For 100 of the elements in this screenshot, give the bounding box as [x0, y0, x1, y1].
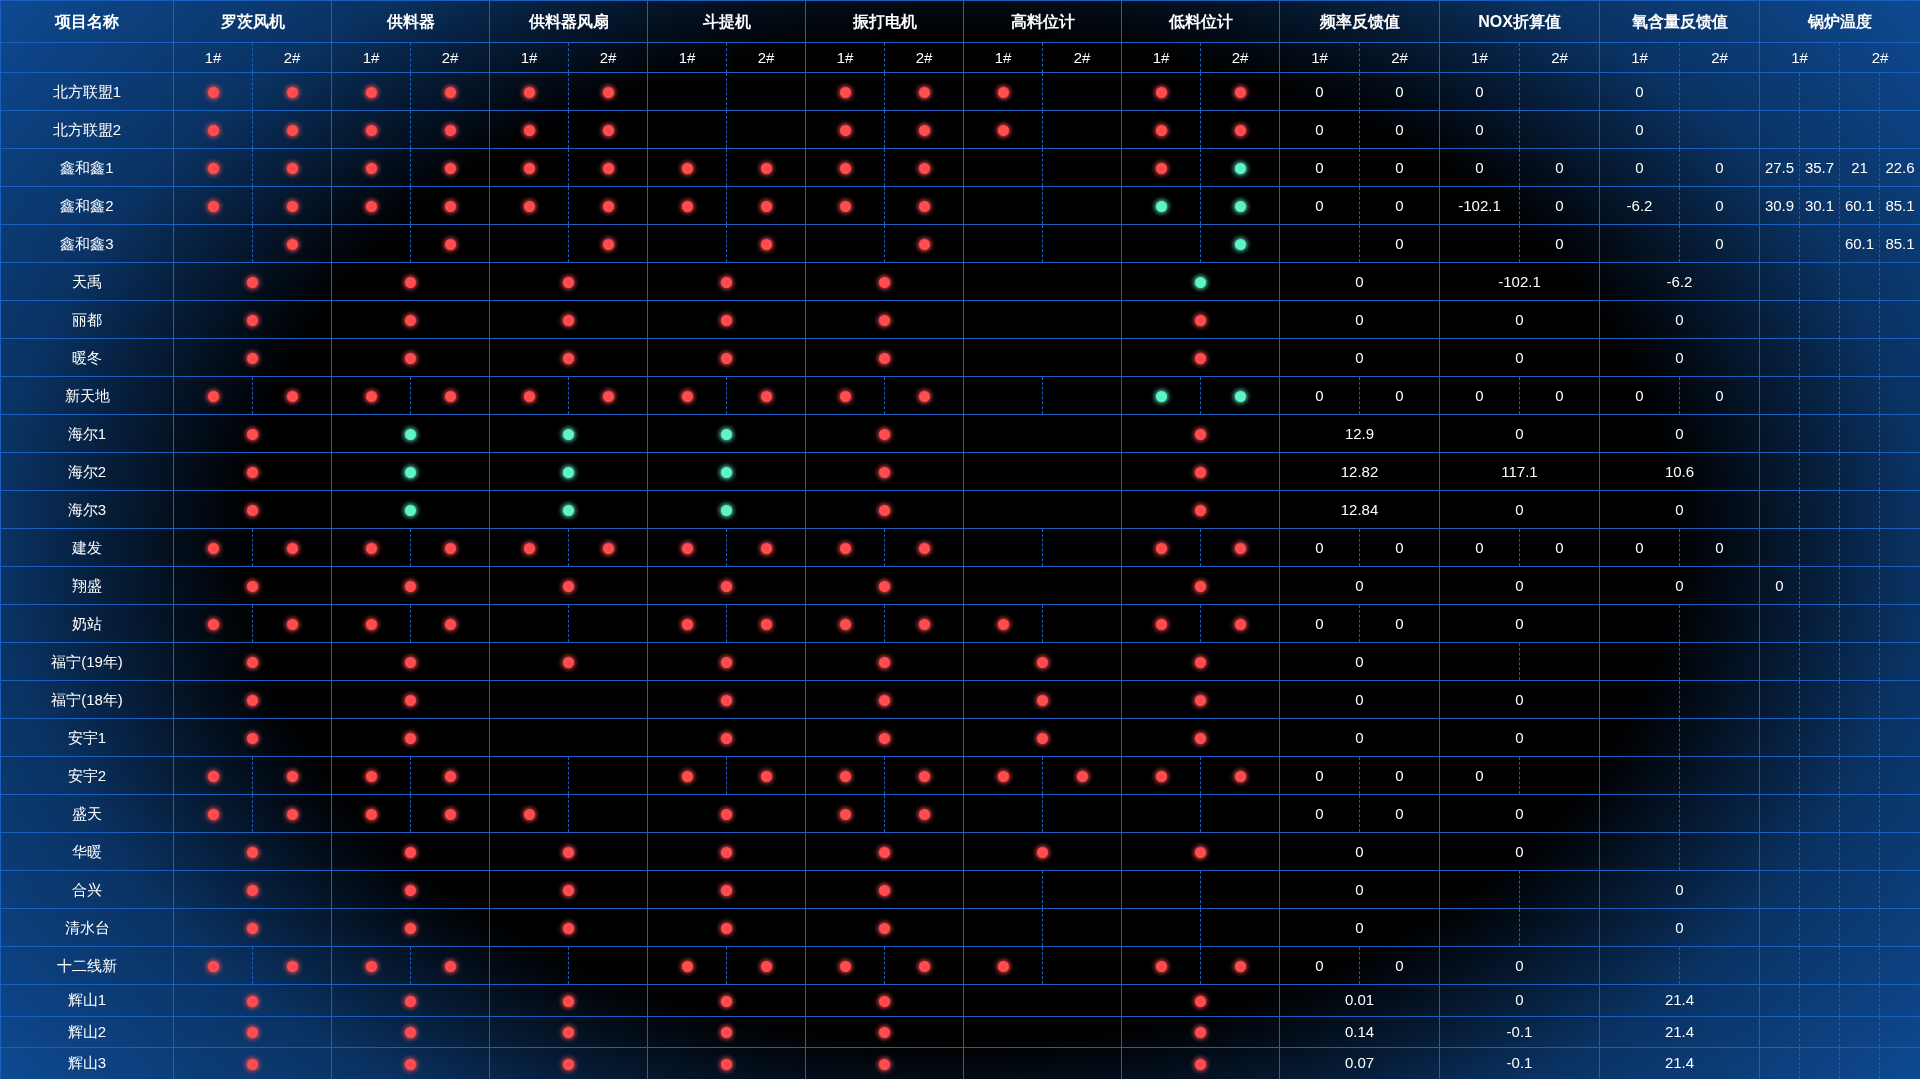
- temperature-value: 85.1: [1885, 196, 1915, 214]
- reading-value: 0: [1675, 348, 1684, 366]
- project-name: 奶站: [72, 614, 102, 632]
- project-name: 翔盛: [72, 576, 102, 594]
- reading-value: 0: [1395, 956, 1404, 974]
- column-header: NOX折算值: [1478, 12, 1561, 30]
- reading-value: 0: [1555, 234, 1564, 252]
- reading-value: 0: [1715, 386, 1724, 404]
- project-name: 海尔1: [67, 424, 107, 442]
- reading-value: 0.14: [1344, 1022, 1375, 1040]
- reading-value: 0: [1635, 386, 1644, 404]
- project-name: 十二线新: [57, 956, 117, 974]
- column-header: 锅炉温度: [1808, 12, 1872, 30]
- reading-value: 0: [1515, 956, 1524, 974]
- reading-value: 0: [1515, 614, 1524, 632]
- reading-value: 0: [1515, 500, 1524, 518]
- subcolumn-header: 1#: [1791, 48, 1808, 66]
- reading-value: 0: [1515, 991, 1524, 1009]
- reading-value: 21.4: [1664, 991, 1695, 1009]
- reading-value: -0.1: [1506, 1022, 1533, 1040]
- project-name: 华暖: [72, 842, 102, 860]
- reading-value: 0: [1315, 956, 1324, 974]
- project-name: 辉山3: [67, 1054, 107, 1072]
- subcolumn-header: 2#: [599, 48, 617, 66]
- reading-value: 0: [1515, 804, 1524, 822]
- reading-value: 0: [1395, 82, 1404, 100]
- subcolumn-header: 2#: [915, 48, 933, 66]
- reading-value: 0: [1635, 538, 1644, 556]
- reading-value: 0: [1355, 690, 1364, 708]
- reading-value: 0: [1555, 538, 1564, 556]
- reading-value: 0: [1395, 804, 1404, 822]
- reading-value: 0: [1315, 196, 1324, 214]
- column-header: 斗提机: [702, 12, 751, 30]
- temperature-value: 22.6: [1885, 158, 1915, 176]
- subcolumn-header: 2#: [757, 48, 775, 66]
- reading-value: 0: [1515, 424, 1524, 442]
- project-name: 海尔3: [67, 500, 107, 518]
- reading-value: 0: [1315, 120, 1324, 138]
- reading-value: 0: [1395, 538, 1404, 556]
- temperature-value: 85.1: [1885, 234, 1915, 252]
- project-name: 辉山2: [67, 1022, 107, 1040]
- reading-value: 0: [1635, 120, 1644, 138]
- column-header: 氧含量反馈值: [1631, 12, 1728, 30]
- project-name: 海尔2: [67, 462, 107, 480]
- reading-value: 0: [1355, 728, 1364, 746]
- reading-value: 0: [1355, 348, 1364, 366]
- reading-value: 0: [1355, 272, 1364, 290]
- reading-value: 0: [1675, 424, 1684, 442]
- reading-value: 0: [1315, 766, 1324, 784]
- reading-value: 0: [1515, 576, 1524, 594]
- reading-value: 0: [1315, 386, 1324, 404]
- project-name: 盛天: [72, 804, 102, 822]
- reading-value: -6.2: [1666, 272, 1693, 290]
- subcolumn-header: 2#: [1391, 48, 1408, 66]
- subcolumn-header: 2#: [441, 48, 459, 66]
- reading-value: 10.6: [1664, 462, 1695, 480]
- reading-value: 0: [1395, 766, 1404, 784]
- reading-value: -6.2: [1626, 196, 1653, 214]
- subcolumn-header: 1#: [204, 48, 222, 66]
- reading-value: 0: [1315, 614, 1324, 632]
- column-header: 振打电机: [852, 12, 917, 30]
- reading-value: 0: [1555, 158, 1564, 176]
- subcolumn-header: 2#: [1231, 48, 1249, 66]
- reading-value: 0: [1395, 196, 1404, 214]
- reading-value: 0: [1715, 196, 1724, 214]
- reading-value: 0: [1515, 348, 1524, 366]
- project-name: 丽都: [72, 310, 102, 328]
- reading-value: 0: [1475, 386, 1484, 404]
- project-name: 福宁(19年): [51, 652, 123, 670]
- reading-value: 117.1: [1501, 462, 1538, 480]
- reading-value: 0: [1395, 614, 1404, 632]
- subcolumn-header: 2#: [1551, 48, 1568, 66]
- reading-value: 0: [1315, 538, 1324, 556]
- subcolumn-header: 2#: [1871, 48, 1889, 66]
- project-name: 暖冬: [72, 348, 102, 366]
- reading-value: 0: [1675, 310, 1684, 328]
- reading-value: -0.1: [1506, 1054, 1533, 1072]
- subcolumn-header: 1#: [994, 48, 1012, 66]
- subcolumn-header: 2#: [1073, 48, 1091, 66]
- project-name: 北方联盟1: [52, 82, 122, 100]
- temperature-value: 21: [1851, 158, 1868, 176]
- reading-value: 0: [1315, 82, 1324, 100]
- column-header: 罗茨风机: [220, 12, 285, 30]
- reading-value: 0: [1475, 120, 1484, 138]
- project-name: 鑫和鑫2: [60, 196, 114, 214]
- project-name: 鑫和鑫1: [60, 158, 114, 176]
- reading-value: 0.01: [1344, 991, 1375, 1009]
- reading-value: 0: [1355, 310, 1364, 328]
- reading-value: 12.9: [1344, 424, 1375, 442]
- project-name: 辉山1: [67, 991, 107, 1009]
- subcolumn-header: 1#: [1631, 48, 1648, 66]
- subcolumn-header: 1#: [362, 48, 380, 66]
- column-header: 频率反馈值: [1319, 12, 1400, 30]
- subcolumn-header: 1#: [678, 48, 696, 66]
- subcolumn-header: 1#: [520, 48, 538, 66]
- reading-value: 0: [1355, 842, 1364, 860]
- column-header: 高料位计: [1010, 12, 1075, 30]
- reading-value: 0: [1315, 804, 1324, 822]
- reading-value: 0: [1675, 500, 1684, 518]
- reading-value: 0: [1635, 158, 1644, 176]
